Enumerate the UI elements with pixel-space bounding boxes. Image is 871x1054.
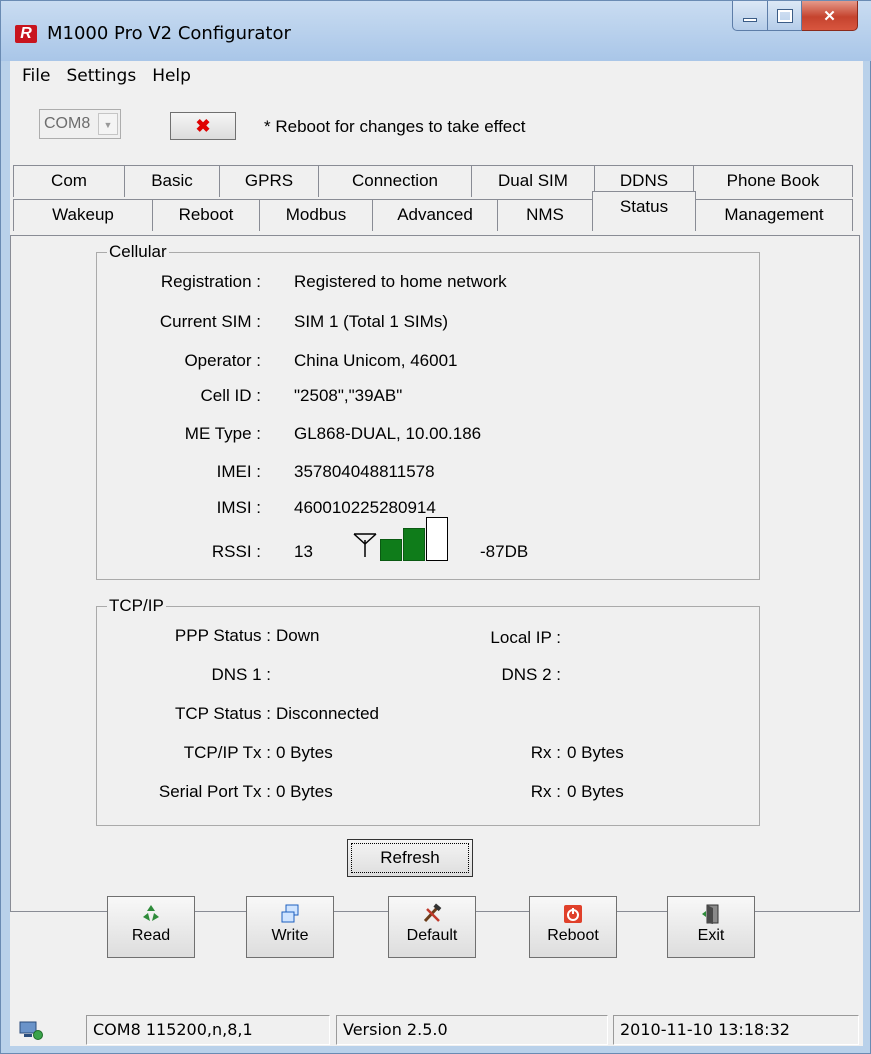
write-label: Write (271, 927, 309, 944)
serial-tx-label: Serial Port Tx : (158, 782, 271, 801)
power-icon (564, 905, 582, 923)
rssi-value: 13 (294, 542, 313, 561)
reboot-note: * Reboot for changes to take effect (264, 117, 526, 136)
maximize-button[interactable] (768, 1, 802, 31)
cell-id-value: "2508","39AB" (294, 386, 403, 405)
tab-dual-sim[interactable]: Dual SIM (471, 165, 595, 197)
antenna-icon (353, 533, 377, 557)
close-icon: ✕ (823, 7, 836, 25)
registration-label: Registration : (160, 272, 261, 291)
tab-basic[interactable]: Basic (124, 165, 220, 197)
tcp-status-value: Disconnected (276, 704, 380, 723)
chevron-down-icon[interactable]: ▼ (98, 113, 118, 135)
menu-file[interactable]: File (14, 61, 58, 91)
status-version: Version 2.5.0 (336, 1015, 608, 1045)
status-bar: COM8 115200,n,8,1 Version 2.5.0 2010-11-… (10, 1011, 863, 1046)
tcpip-rx-value: 0 Bytes (567, 743, 624, 762)
tab-gprs[interactable]: GPRS (219, 165, 319, 197)
current-sim-value: SIM 1 (Total 1 SIMs) (294, 312, 448, 331)
dns2-label: DNS 2 : (501, 665, 561, 684)
default-label: Default (406, 927, 458, 944)
app-window: R M1000 Pro V2 Configurator ✕ File Setti… (0, 0, 871, 1054)
status-datetime: 2010-11-10 13:18:32 (613, 1015, 859, 1045)
title-bar[interactable]: R M1000 Pro V2 Configurator ✕ (1, 1, 871, 61)
tab-status[interactable]: Status (592, 191, 696, 227)
operator-label: Operator : (184, 351, 261, 370)
operator-value: China Unicom, 46001 (294, 351, 458, 370)
signal-bar-1 (380, 539, 402, 561)
imei-value: 357804048811578 (294, 462, 435, 481)
tcp-status-label: TCP Status : (174, 704, 271, 723)
tab-advanced[interactable]: Advanced (372, 199, 498, 231)
tab-management[interactable]: Management (695, 199, 853, 231)
menu-bar: File Settings Help (10, 61, 863, 91)
exit-button[interactable]: Exit (667, 896, 755, 958)
refresh-button[interactable]: Refresh (347, 839, 473, 877)
tab-reboot[interactable]: Reboot (152, 199, 260, 231)
exit-label: Exit (697, 927, 725, 944)
imsi-label: IMSI : (216, 498, 261, 517)
recycle-icon (143, 905, 159, 921)
read-button[interactable]: Read (107, 896, 195, 958)
ppp-status-value: Down (276, 626, 320, 645)
tab-connection[interactable]: Connection (318, 165, 472, 197)
com-port-value: COM8 (44, 115, 91, 132)
local-ip-label: Local IP : (490, 628, 561, 647)
window-title: M1000 Pro V2 Configurator (47, 23, 291, 44)
tcpip-group-title: TCP/IP (107, 596, 166, 616)
tcpip-tx-value: 0 Bytes (276, 743, 333, 762)
write-windows-icon (281, 904, 299, 923)
tab-modbus[interactable]: Modbus (259, 199, 373, 231)
menu-help[interactable]: Help (144, 61, 199, 91)
me-type-value: GL868-DUAL, 10.00.186 (294, 424, 482, 443)
current-sim-label: Current SIM : (159, 312, 261, 331)
tools-icon (423, 903, 442, 923)
default-button[interactable]: Default (388, 896, 476, 958)
window-controls: ✕ (732, 1, 858, 31)
signal-bar-2 (403, 528, 425, 561)
serial-tx-value: 0 Bytes (276, 782, 333, 801)
cellular-group-title: Cellular (107, 242, 169, 262)
close-button[interactable]: ✕ (802, 1, 858, 31)
minimize-icon (743, 17, 757, 22)
serial-rx-value: 0 Bytes (567, 782, 624, 801)
minimize-button[interactable] (732, 1, 768, 31)
disconnect-button[interactable]: ✖ (170, 112, 236, 140)
tcpip-tx-label: TCP/IP Tx : (183, 743, 271, 762)
me-type-label: ME Type : (184, 424, 261, 443)
serial-rx-label: Rx : (530, 782, 561, 801)
ppp-status-label: PPP Status : (174, 626, 271, 645)
tcpip-rx-label: Rx : (530, 743, 561, 762)
reboot-label: Reboot (547, 927, 599, 944)
rssi-db-value: -87DB (480, 542, 529, 561)
app-logo-icon: R (15, 25, 37, 43)
rssi-label: RSSI : (211, 542, 261, 561)
cell-id-label: Cell ID : (200, 386, 261, 405)
network-status-icon (19, 1021, 43, 1040)
close-x-icon: ✖ (195, 116, 211, 136)
menu-settings[interactable]: Settings (58, 61, 144, 91)
tab-nms[interactable]: NMS (497, 199, 593, 231)
tab-phone-book[interactable]: Phone Book (693, 165, 853, 197)
read-label: Read (131, 927, 171, 944)
maximize-icon (776, 8, 793, 23)
dns1-label: DNS 1 : (211, 665, 271, 684)
write-button[interactable]: Write (246, 896, 334, 958)
com-port-select[interactable]: COM8 ▼ (39, 109, 121, 139)
exit-door-icon (702, 904, 719, 924)
status-port-settings: COM8 115200,n,8,1 (86, 1015, 330, 1045)
imei-label: IMEI : (216, 462, 261, 481)
reboot-button[interactable]: Reboot (529, 896, 617, 958)
registration-value: Registered to home network (294, 272, 507, 291)
client-area: File Settings Help COM8 ▼ ✖ * Reboot for… (10, 61, 863, 1046)
tab-com[interactable]: Com (13, 165, 125, 197)
tab-wakeup[interactable]: Wakeup (13, 199, 153, 231)
signal-bar-3 (426, 517, 448, 561)
signal-strength-meter (380, 517, 470, 561)
imsi-value: 460010225280914 (294, 498, 436, 517)
